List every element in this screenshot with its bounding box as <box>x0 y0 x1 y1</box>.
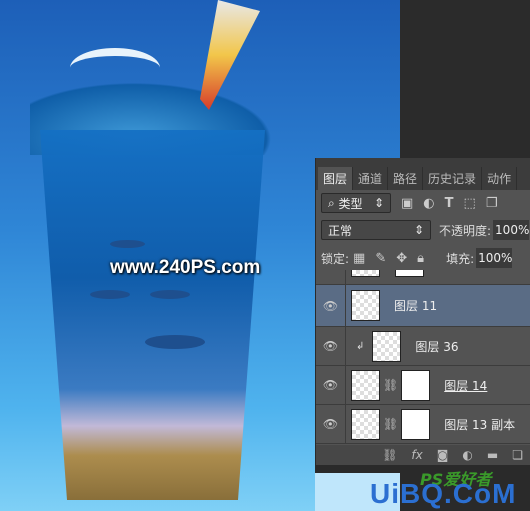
updown-icon: ⇕ <box>373 196 384 210</box>
folder-icon[interactable]: ▬ <box>487 448 498 462</box>
tab-layers[interactable]: 图层 <box>318 167 354 190</box>
link-layers-icon[interactable]: ⛓︎ <box>382 448 397 462</box>
layer-row[interactable]: 👁︎ 图层 11 <box>316 285 530 327</box>
panel-bottom-toolbar: ⛓︎ fx ◙ ◐ ▬ ❏ <box>316 445 530 465</box>
eye-icon[interactable]: 👁︎ <box>316 366 346 404</box>
panel-tabs: 图层 通道 路径 历史记录 动作 <box>316 158 530 190</box>
layer-thumbnail <box>351 270 380 277</box>
glass-art <box>40 130 265 500</box>
blend-mode-value: 正常 <box>328 223 353 238</box>
lock-move-icon[interactable]: ✥ <box>396 251 407 266</box>
lock-all-icon[interactable]: 🔒︎ <box>417 251 424 266</box>
layers-panel: 图层 通道 路径 历史记录 动作 ⌕ 类型 ⇕ ▣ ◐ T ⬚ ❐ 正常 ⇕ 不透明… <box>315 158 530 465</box>
shape-filter-icon[interactable]: ⬚ <box>464 196 476 211</box>
image-filter-icon[interactable]: ▣ <box>401 196 413 211</box>
layer-name[interactable]: 图层 11 <box>394 297 437 314</box>
eye-icon[interactable]: 👁︎ <box>316 405 346 443</box>
adjustment-filter-icon[interactable]: ◐ <box>423 196 434 211</box>
layer-thumbnail <box>351 290 380 321</box>
add-mask-icon[interactable]: ◙ <box>437 448 449 462</box>
tab-channels[interactable]: 通道 <box>353 167 389 190</box>
layer-row-partial[interactable] <box>316 270 530 285</box>
tab-paths[interactable]: 路径 <box>388 167 424 190</box>
tab-actions[interactable]: 动作 <box>482 167 518 190</box>
fx-button[interactable]: fx <box>411 448 422 462</box>
layer-mask-thumbnail <box>395 270 424 277</box>
uibq-logo: UiBQ.CoM <box>370 478 517 509</box>
adjustment-layer-icon[interactable]: ◐ <box>462 448 472 462</box>
opacity-input[interactable]: 100% <box>493 220 529 240</box>
fish <box>110 240 145 248</box>
layer-row[interactable]: 👁︎ ⛓︎ 图层 13 副本 <box>316 405 530 444</box>
lock-brush-icon[interactable]: ✎ <box>375 251 386 266</box>
layer-thumbnail <box>372 330 402 362</box>
layer-name[interactable]: 图层 13 副本 <box>444 416 515 433</box>
watermark-text: www.240PS.com <box>110 257 261 278</box>
link-icon[interactable]: ⛓︎ <box>383 417 398 431</box>
updown-icon: ⇕ <box>413 223 424 237</box>
search-icon: ⌕ <box>328 195 339 210</box>
layer-row[interactable]: 👁︎ ↲ 图层 36 <box>316 327 530 366</box>
layer-mask-thumbnail <box>401 408 431 440</box>
eye-icon[interactable]: 👁︎ <box>316 327 346 365</box>
layer-name[interactable]: 图层 36 <box>415 338 458 355</box>
workspace-background <box>400 0 530 158</box>
layer-mask-thumbnail <box>401 369 431 401</box>
opacity-label: 不透明度: <box>439 223 492 238</box>
tab-history[interactable]: 历史记录 <box>423 167 483 190</box>
filter-type-select[interactable]: ⌕ 类型 ⇕ <box>321 193 391 213</box>
eye-icon[interactable]: 👁︎ <box>316 285 346 326</box>
clipping-arrow-icon: ↲ <box>356 340 365 352</box>
layer-name[interactable]: 图层 14 <box>444 377 487 394</box>
fill-input[interactable]: 100% <box>476 248 512 268</box>
blend-mode-select[interactable]: 正常 ⇕ <box>321 220 431 240</box>
type-filter-icon[interactable]: T <box>445 196 454 211</box>
filter-value: 类型 <box>338 196 363 211</box>
new-layer-icon[interactable]: ❏ <box>512 448 523 462</box>
layer-thumbnail <box>351 408 380 440</box>
layer-row[interactable]: 👁︎ ⛓︎ 图层 14 <box>316 366 530 405</box>
smart-object-filter-icon[interactable]: ❐ <box>486 196 498 211</box>
fish <box>145 335 205 349</box>
fill-label: 填充: <box>446 251 475 266</box>
fish <box>150 290 190 299</box>
wave-foam <box>70 48 160 88</box>
lock-label: 锁定: <box>321 251 350 266</box>
link-icon[interactable]: ⛓︎ <box>383 378 398 392</box>
lock-transparent-icon[interactable]: ▦ <box>353 251 365 266</box>
layer-thumbnail <box>351 369 380 401</box>
fish <box>90 290 130 299</box>
